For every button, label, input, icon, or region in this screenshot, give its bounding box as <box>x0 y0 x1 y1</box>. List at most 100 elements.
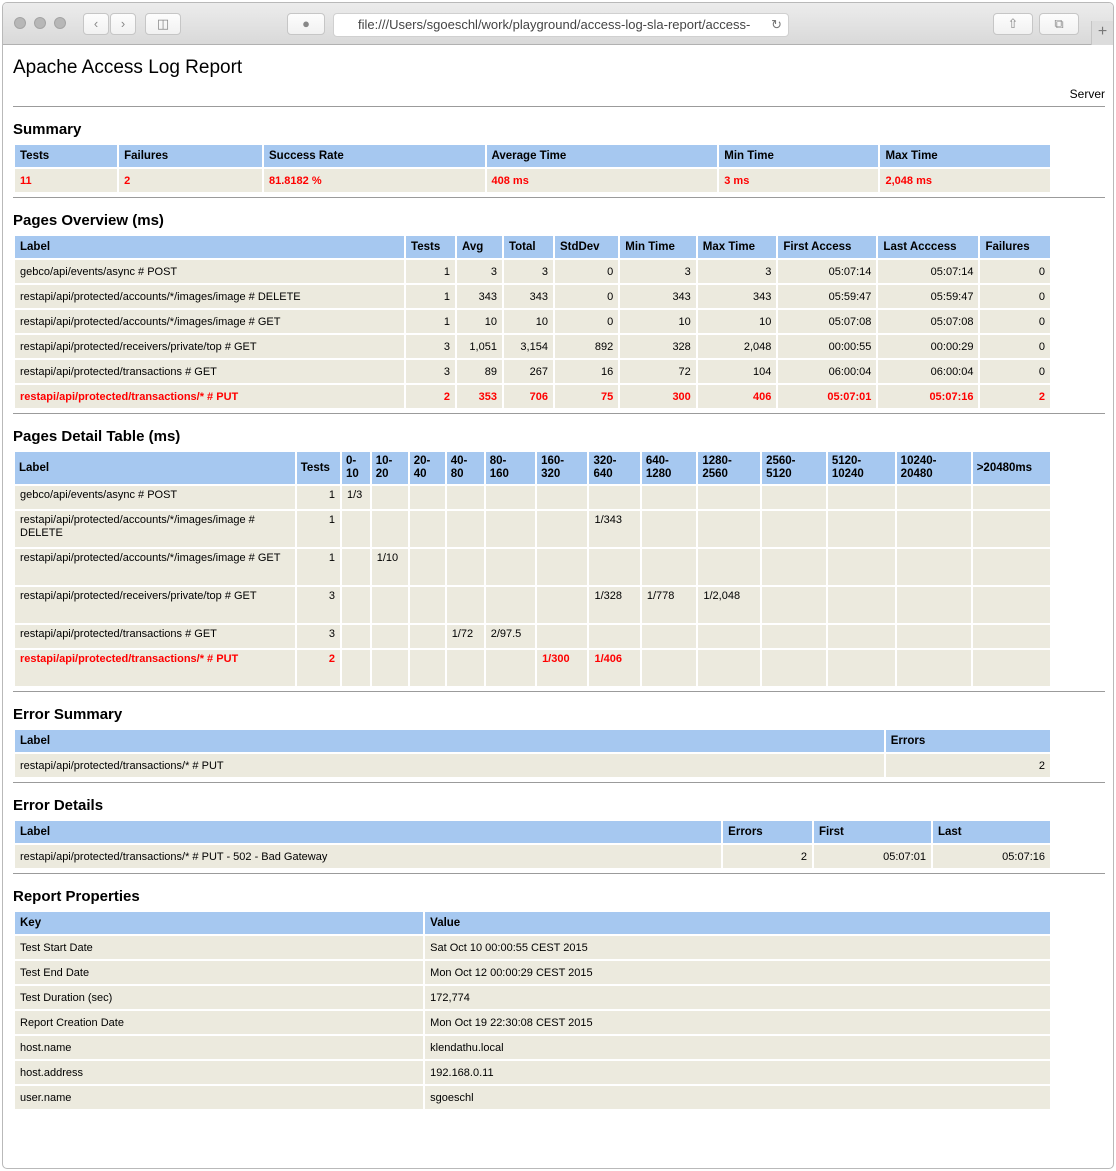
table-cell: Mon Oct 12 00:00:29 CEST 2015 <box>425 961 1050 984</box>
table-cell <box>341 650 370 686</box>
table-cell <box>896 625 971 648</box>
table-cell <box>972 587 1050 623</box>
table-cell <box>827 511 895 547</box>
table-row: gebco/api/events/async # POST 1 1/3 <box>15 486 1050 509</box>
column-header: Label <box>15 821 722 843</box>
table-cell: 104 <box>697 360 777 383</box>
table-row: restapi/api/protected/receivers/private/… <box>15 335 1050 358</box>
column-header: 160- 320 <box>537 452 588 484</box>
table-cell: 2 <box>406 385 456 408</box>
table-cell <box>485 650 536 686</box>
table-cell: 2,048 <box>697 335 777 358</box>
table-cell <box>485 511 536 547</box>
address-bar[interactable]: file:///Users/sgoeschl/work/playground/a… <box>333 13 789 37</box>
table-cell <box>537 511 588 547</box>
table-cell: 3 <box>406 360 456 383</box>
table-row: restapi/api/protected/receivers/private/… <box>15 587 1050 623</box>
table-cell: 10 <box>697 310 777 333</box>
table-cell <box>698 650 761 686</box>
table-cell <box>341 549 370 585</box>
table-cell: 2 <box>296 650 340 686</box>
column-header: Tests <box>296 452 340 484</box>
table-cell: restapi/api/protected/accounts/*/images/… <box>15 310 405 333</box>
share-icon[interactable]: ⇧ <box>993 13 1033 35</box>
table-cell <box>371 587 408 623</box>
reload-icon[interactable]: ↻ <box>771 14 782 36</box>
table-cell: 0 <box>980 285 1050 308</box>
table-cell <box>341 587 370 623</box>
column-header: Value <box>425 912 1050 934</box>
url-text: file:///Users/sgoeschl/work/playground/a… <box>358 17 751 32</box>
header-row: Label Tests Avg Total StdDev Min Time Max Time… <box>15 236 1050 258</box>
column-header: Avg <box>457 236 502 258</box>
table-cell <box>698 549 761 585</box>
table-cell: 3 <box>697 260 777 283</box>
table-cell <box>371 486 408 509</box>
column-header: Total <box>503 236 553 258</box>
table-cell: 75 <box>554 385 619 408</box>
table-cell: 05:07:16 <box>932 845 1050 868</box>
table-row: Report Creation Date Mon Oct 19 22:30:08 … <box>15 1011 1050 1034</box>
table-cell: restapi/api/protected/transactions/* # P… <box>15 650 295 686</box>
close-window-button[interactable] <box>14 17 26 29</box>
table-row: restapi/api/protected/transactions/* # P… <box>15 754 1050 777</box>
table-cell: 192.168.0.11 <box>425 1061 1050 1084</box>
column-header: Label <box>15 452 295 484</box>
table-cell: 00:00:55 <box>778 335 877 358</box>
table-cell: Test Duration (sec) <box>15 986 424 1009</box>
back-icon[interactable]: ‹ <box>83 13 109 35</box>
error-details-heading: Error Details <box>13 797 104 814</box>
table-cell: restapi/api/protected/accounts/*/images/… <box>15 285 405 308</box>
forward-icon[interactable]: › <box>110 13 136 35</box>
table-cell: 1/72 <box>446 625 484 648</box>
table-cell: restapi/api/protected/transactions/* # P… <box>15 754 884 777</box>
table-cell <box>341 625 370 648</box>
table-cell <box>641 650 697 686</box>
table-cell: 10 <box>620 310 696 333</box>
table-cell: 2 <box>723 845 812 868</box>
column-header: Max Time <box>697 236 777 258</box>
sidebar-icon[interactable]: ◫ <box>145 13 181 35</box>
table-cell: sgoeschl <box>425 1086 1050 1109</box>
column-header: 10240- 20480 <box>896 452 971 484</box>
table-cell <box>409 650 445 686</box>
new-tab-icon[interactable]: + <box>1091 21 1113 45</box>
table-cell: 81.8182 % <box>264 169 485 192</box>
column-header: Label <box>15 236 405 258</box>
table-cell <box>827 587 895 623</box>
table-cell <box>446 511 484 547</box>
table-cell: gebco/api/events/async # POST <box>15 486 295 509</box>
report-page: Apache Access Log Report Server Summary … <box>13 46 1105 1111</box>
table-cell: Report Creation Date <box>15 1011 424 1034</box>
table-cell: 0 <box>980 335 1050 358</box>
table-cell: Sat Oct 10 00:00:55 CEST 2015 <box>425 936 1050 959</box>
table-cell: 1 <box>296 511 340 547</box>
table-cell: 3 <box>296 587 340 623</box>
table-cell: 06:00:04 <box>878 360 979 383</box>
table-cell: 89 <box>457 360 502 383</box>
table-cell: Test Start Date <box>15 936 424 959</box>
column-header: StdDev <box>554 236 619 258</box>
table-cell <box>537 587 588 623</box>
summary-heading: Summary <box>13 121 82 138</box>
tabs-overview-icon[interactable]: ⧉ <box>1039 13 1079 35</box>
minimize-window-button[interactable] <box>34 17 46 29</box>
header-row: Label Tests 0- 10 10- 20 20- 40 40- 80 80- 160… <box>15 452 1050 484</box>
table-cell <box>698 486 761 509</box>
table-cell: 1/328 <box>589 587 640 623</box>
table-cell <box>762 486 826 509</box>
table-cell <box>446 650 484 686</box>
table-cell: 3,154 <box>503 335 553 358</box>
privacy-shield-icon[interactable]: ● <box>287 13 325 35</box>
table-cell <box>827 549 895 585</box>
column-header: First <box>813 821 931 843</box>
table-cell: 3 <box>457 260 502 283</box>
table-cell <box>446 587 484 623</box>
table-row: restapi/api/protected/accounts/*/images/… <box>15 511 1050 547</box>
zoom-window-button[interactable] <box>54 17 66 29</box>
table-row: Test Duration (sec) 172,774 <box>15 986 1050 1009</box>
header-row: Label Errors <box>15 730 1050 752</box>
table-cell: 00:00:29 <box>878 335 979 358</box>
table-cell: 1 <box>406 285 456 308</box>
column-header: Min Time <box>620 236 696 258</box>
